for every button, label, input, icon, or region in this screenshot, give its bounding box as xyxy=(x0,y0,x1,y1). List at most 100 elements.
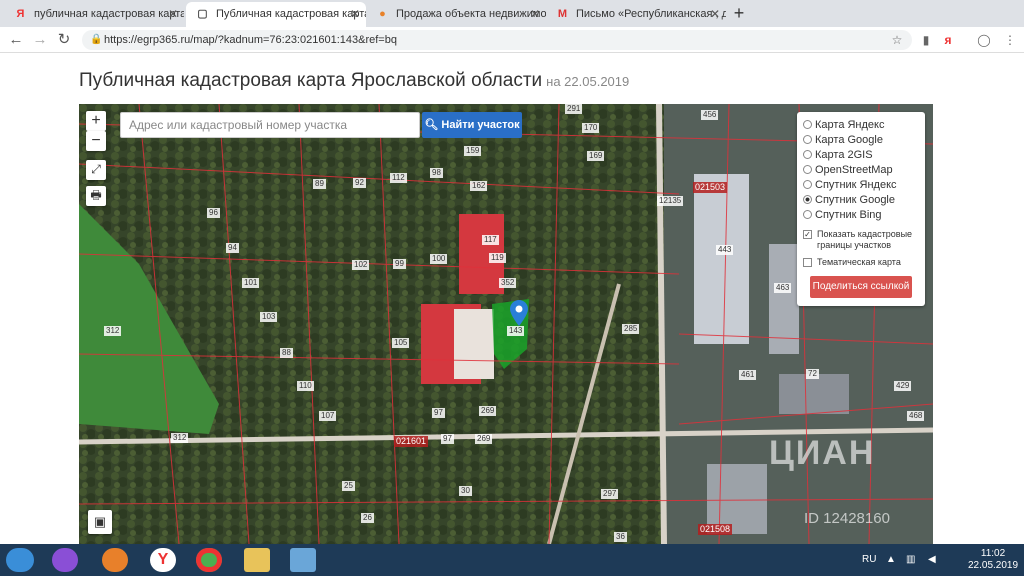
parcel-label: 285 xyxy=(622,324,640,334)
parcel-label: 162 xyxy=(470,181,488,191)
parcel-label: 297 xyxy=(601,489,619,499)
lock-icon: 🔒 xyxy=(90,34,103,45)
tab-1[interactable]: Я публичная кадастровая карта ✕ xyxy=(4,2,184,27)
taskbar: Y RU ▲ ▥ ◀ 11:02 22.05.2019 xyxy=(0,544,1024,576)
alice-icon[interactable] xyxy=(52,548,78,572)
tab-2[interactable]: ▢ Публичная кадастровая карта Я ✕ xyxy=(186,2,366,27)
zoom-in-button[interactable]: + xyxy=(86,111,106,131)
checkbox-icon xyxy=(803,258,812,267)
back-arrow-icon[interactable]: ← xyxy=(6,30,26,50)
radio-icon xyxy=(803,150,812,159)
close-icon[interactable]: ✕ xyxy=(710,2,720,27)
parcel-label: 30 xyxy=(459,486,472,496)
window-icon[interactable] xyxy=(290,548,316,572)
tab-2-label: Публичная кадастровая карта Я xyxy=(216,8,366,20)
mail-icon: M xyxy=(557,8,568,20)
star-icon[interactable]: ☆ xyxy=(889,32,905,48)
region-label: 021508 xyxy=(698,524,733,535)
yandex-ext-icon[interactable]: я xyxy=(940,32,956,48)
folder-icon[interactable] xyxy=(244,548,270,572)
share-link-button[interactable]: Поделиться ссылкой xyxy=(810,276,912,298)
start-icon[interactable] xyxy=(6,548,34,572)
search-button[interactable]: 🔍︎ Найти участок xyxy=(422,112,522,138)
url-text: https://egrp365.ru/map/?kadnum=76:23:021… xyxy=(104,34,397,46)
parcel-label: 291 xyxy=(565,104,583,114)
parcel-label: 143 xyxy=(507,326,525,336)
region-label: 021503 xyxy=(693,182,728,193)
parcel-label: 468 xyxy=(907,411,925,421)
parcel-label: 352 xyxy=(499,278,517,288)
parcel-label: 107 xyxy=(319,411,337,421)
layer-label: Спутник Bing xyxy=(815,209,882,221)
parcel-label: 119 xyxy=(489,253,506,263)
close-icon[interactable]: ✕ xyxy=(350,2,360,27)
parcel-label: 103 xyxy=(260,312,278,322)
fullscreen-icon[interactable]: ⤢ xyxy=(86,160,106,180)
parcel-label: 72 xyxy=(806,369,819,379)
parcel-label: 269 xyxy=(475,434,493,444)
search-input[interactable] xyxy=(120,112,420,138)
parcel-label: 92 xyxy=(353,178,366,188)
reload-icon[interactable]: ↻ xyxy=(54,30,74,50)
language-indicator[interactable]: RU xyxy=(862,554,876,566)
layer-label: Карта 2GIS xyxy=(815,149,873,161)
tray-arrow-icon[interactable]: ▲ xyxy=(886,554,896,566)
layer-option-2gis[interactable]: Карта 2GIS xyxy=(803,148,919,163)
volume-icon[interactable]: ◀ xyxy=(928,554,936,566)
parcel-label: 170 xyxy=(582,123,600,133)
parcel-label: 443 xyxy=(716,245,734,255)
avatar-icon[interactable]: ◯ xyxy=(976,32,992,48)
cian-icon: ● xyxy=(379,8,386,20)
search-icon: 🔍︎ xyxy=(424,119,439,131)
forward-arrow-icon[interactable]: → xyxy=(30,30,50,50)
zoom-out-button[interactable]: − xyxy=(86,131,106,151)
layer-label: Спутник Яндекс xyxy=(815,179,897,191)
yandex-browser-icon[interactable]: Y xyxy=(150,548,176,572)
cadastral-map[interactable]: 291 456 170 169 159 89 92 112 98 162 96 … xyxy=(79,104,933,544)
radio-icon xyxy=(803,180,812,189)
page-title: Публичная кадастровая карта Ярославской … xyxy=(79,70,629,92)
layer-option-osm[interactable]: OpenStreetMap xyxy=(803,163,919,178)
parcel-label: 88 xyxy=(280,348,293,358)
search-button-label: Найти участок xyxy=(441,119,520,131)
extension-icon[interactable]: ▮ xyxy=(918,32,934,48)
watermark-id: ID 12428160 xyxy=(804,510,890,527)
layer-option-bing-satellite[interactable]: Спутник Bing xyxy=(803,208,919,223)
show-borders-label: Показать кадастровые границы участков xyxy=(817,229,913,250)
parcel-label: 25 xyxy=(342,481,355,491)
parcel-label: 89 xyxy=(313,179,326,189)
close-icon[interactable]: ✕ xyxy=(168,2,178,27)
tab-1-label: публичная кадастровая карта xyxy=(34,8,184,20)
network-icon[interactable]: ▥ xyxy=(906,554,915,566)
parcel-label: 461 xyxy=(739,370,757,380)
page-icon: ▢ xyxy=(197,8,208,20)
radio-icon xyxy=(803,210,812,219)
tab-4[interactable]: M Письмо «Республиканская , д. 5 ✕ xyxy=(546,2,726,27)
radio-icon xyxy=(803,120,812,129)
address-bar[interactable]: 🔒 https://egrp365.ru/map/?kadnum=76:23:0… xyxy=(82,30,912,50)
parcel-label: 463 xyxy=(774,283,792,293)
browser-toolbar: ← → ↻ 🔒 https://egrp365.ru/map/?kadnum=7… xyxy=(0,27,1024,53)
close-icon[interactable]: ✕ xyxy=(530,2,540,27)
layer-label: Спутник Google xyxy=(815,194,895,206)
menu-icon[interactable]: ⋮ xyxy=(1002,32,1018,48)
layer-option-yandex-satellite[interactable]: Спутник Яндекс xyxy=(803,178,919,193)
layer-option-yandex-map[interactable]: Карта Яндекс xyxy=(803,118,919,133)
layer-label: Карта Google xyxy=(815,134,883,146)
screen-icon[interactable]: ▣ xyxy=(88,510,112,534)
parcel-label: 36 xyxy=(614,532,627,542)
parcel-label: 94 xyxy=(226,243,239,253)
thematic-map-checkbox[interactable]: Тематическая карта xyxy=(803,257,919,268)
layer-option-google-satellite[interactable]: Спутник Google xyxy=(803,193,919,208)
location-pin-icon[interactable] xyxy=(510,300,528,326)
layer-option-google-map[interactable]: Карта Google xyxy=(803,133,919,148)
clock[interactable]: 11:02 22.05.2019 xyxy=(968,548,1018,572)
watermark: ЦИАН xyxy=(769,434,876,472)
print-icon[interactable]: 🖶 xyxy=(86,186,106,206)
tab-3[interactable]: ● Продажа объекта недвижимост ✕ xyxy=(366,2,546,27)
firefox-icon[interactable] xyxy=(102,548,128,572)
chrome-icon[interactable] xyxy=(196,548,222,572)
show-borders-checkbox[interactable]: ✓ Показать кадастровые границы участков xyxy=(803,229,919,251)
parcel-label: 169 xyxy=(587,151,605,161)
new-tab-button[interactable]: + xyxy=(728,3,750,25)
